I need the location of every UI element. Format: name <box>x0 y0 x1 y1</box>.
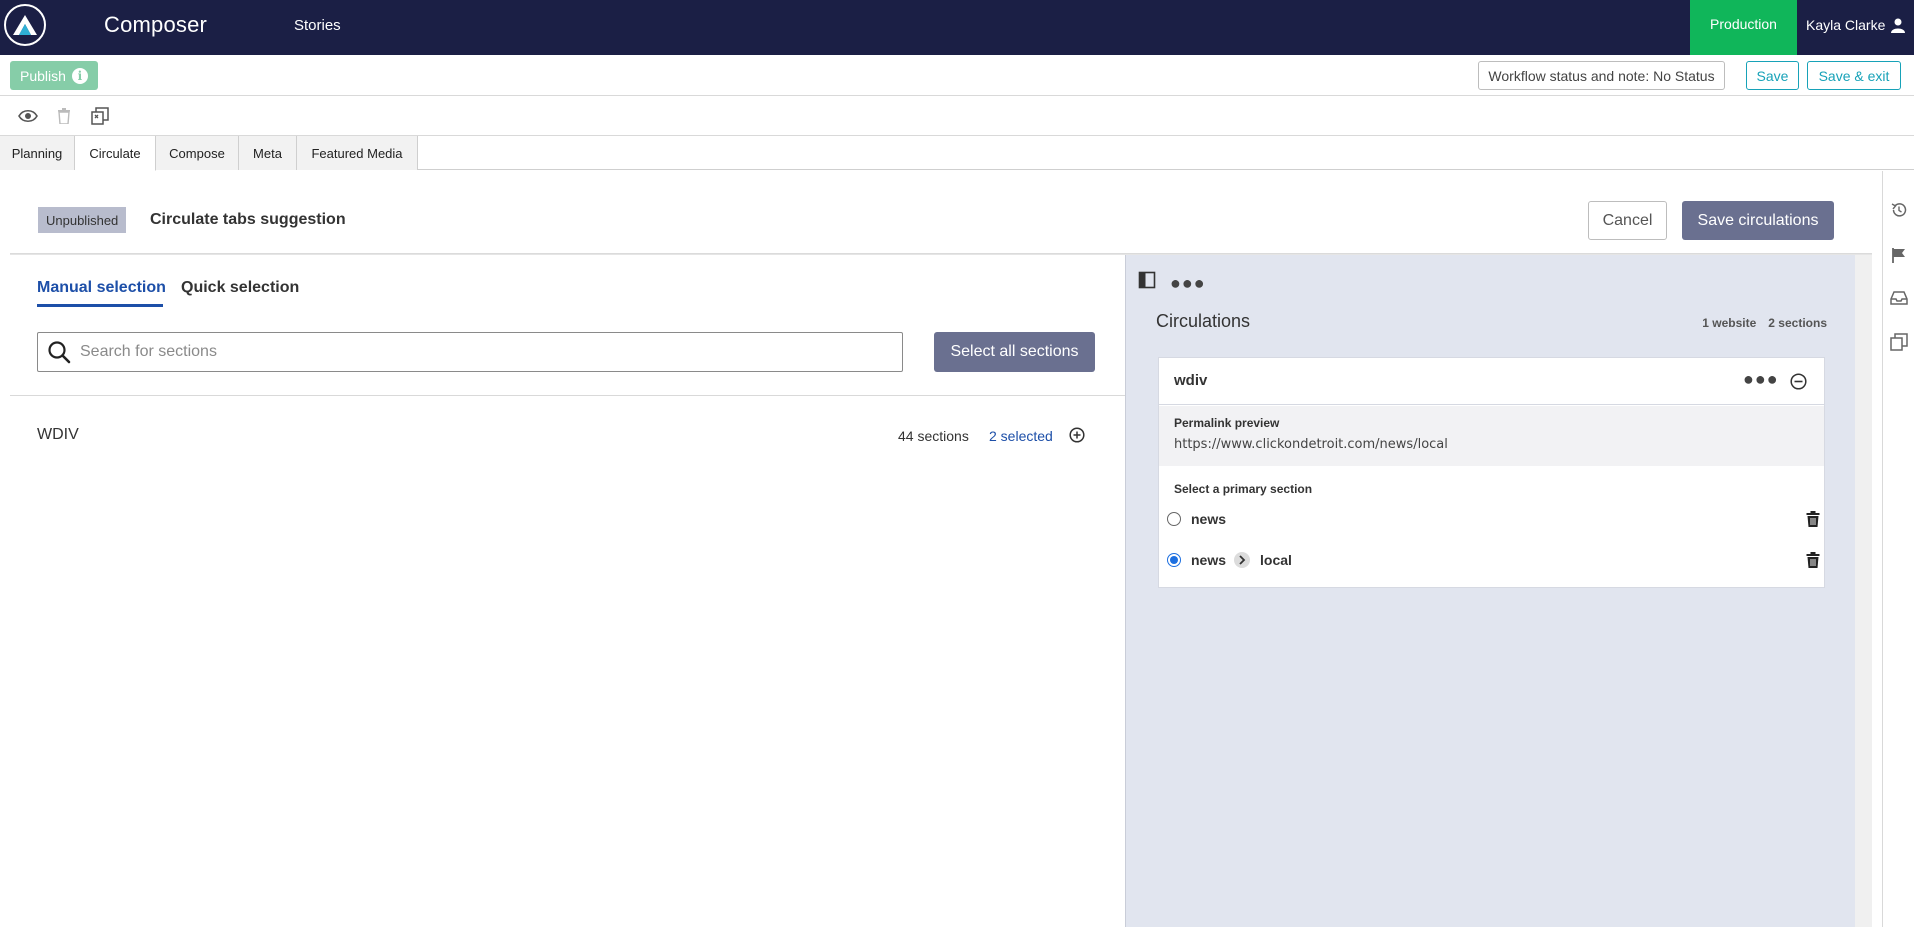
tab-planning[interactable]: Planning <box>0 136 75 170</box>
action-bar: Publish i Workflow status and note: No S… <box>0 55 1914 96</box>
site-sections-count: 44 sections <box>898 428 969 444</box>
top-navbar: Composer Stories Production Kayla Clarke <box>0 0 1914 55</box>
tab-featured-media[interactable]: Featured Media <box>297 136 418 170</box>
section-name: news <box>1191 552 1227 568</box>
inbox-icon[interactable] <box>1890 289 1908 307</box>
site-row-name[interactable]: WDIV <box>37 426 79 444</box>
trash-icon[interactable] <box>1805 510 1821 528</box>
user-name: Kayla Clarke <box>1806 17 1886 33</box>
divider <box>10 395 1125 396</box>
tab-circulate[interactable]: Circulate <box>75 136 156 171</box>
primary-section-radio[interactable] <box>1167 553 1181 567</box>
section-row: news <box>1167 506 1820 532</box>
section-search <box>37 332 903 372</box>
subtab-quick-selection[interactable]: Quick selection <box>181 279 299 297</box>
remove-circulation-icon[interactable] <box>1789 372 1807 390</box>
active-subtab-indicator <box>37 304 163 307</box>
card-more-icon[interactable]: ●●● <box>1743 369 1779 390</box>
nav-stories-link[interactable]: Stories <box>294 17 341 34</box>
info-icon[interactable]: i <box>71 67 88 84</box>
permalink-label: Permalink preview <box>1174 416 1280 430</box>
app-title: Composer <box>104 12 208 37</box>
environment-badge: Production <box>1690 0 1797 55</box>
right-rail <box>1882 171 1914 927</box>
card-site-name: wdiv <box>1174 372 1208 389</box>
save-button[interactable]: Save <box>1746 61 1799 90</box>
chevron-right-icon <box>1234 552 1251 568</box>
search-icon <box>46 339 72 365</box>
primary-section-label: Select a primary section <box>1174 482 1313 496</box>
subtab-manual-selection[interactable]: Manual selection <box>37 279 166 297</box>
websites-count: 1 website <box>1702 316 1757 330</box>
circulate-content: Unpublished Circulate tabs suggestion Ca… <box>0 171 1882 927</box>
permalink-url: https://www.clickondetroit.com/news/loca… <box>1174 437 1448 452</box>
primary-section-radio[interactable] <box>1167 512 1181 526</box>
card-header: wdiv ●●● <box>1159 358 1824 405</box>
status-badge: Unpublished <box>38 207 127 233</box>
publish-label: Publish <box>20 67 66 84</box>
panel-more-icon[interactable]: ●●● <box>1170 273 1206 294</box>
scrollbar[interactable] <box>1855 255 1872 927</box>
user-icon <box>1891 18 1906 33</box>
circulations-panel: ●●● Circulations 1 website 2 sections wd… <box>1125 255 1855 927</box>
panel-toggle-icon[interactable] <box>1138 271 1156 289</box>
select-all-sections-button[interactable]: Select all sections <box>934 332 1095 372</box>
section-row: news local <box>1167 547 1820 573</box>
section-name: local <box>1260 552 1292 568</box>
search-input[interactable] <box>80 343 880 361</box>
tab-bar: Planning Circulate Compose Meta Featured… <box>0 136 1914 171</box>
workflow-status-button[interactable]: Workflow status and note: No Status <box>1478 61 1725 90</box>
permalink-preview: Permalink preview https://www.clickondet… <box>1159 406 1824 466</box>
save-circulations-button[interactable]: Save circulations <box>1682 201 1834 240</box>
site-selected-count[interactable]: 2 selected <box>989 428 1053 444</box>
circulation-counts: 1 website 2 sections <box>1702 316 1827 330</box>
copy-icon[interactable] <box>89 105 111 127</box>
publish-button[interactable]: Publish i <box>10 61 98 90</box>
circulations-title: Circulations <box>1156 311 1251 331</box>
user-menu[interactable]: Kayla Clarke <box>1806 17 1906 33</box>
circulation-card: wdiv ●●● Permalink preview https://www.c… <box>1158 357 1825 588</box>
copy-icon[interactable] <box>1890 333 1908 351</box>
save-exit-button[interactable]: Save & exit <box>1807 61 1901 90</box>
trash-icon[interactable] <box>1805 551 1821 569</box>
tab-meta[interactable]: Meta <box>239 136 297 170</box>
expand-site-icon[interactable] <box>1068 426 1086 444</box>
section-name: news <box>1191 511 1227 527</box>
history-icon[interactable] <box>1890 201 1908 219</box>
story-title: Circulate tabs suggestion <box>150 211 346 228</box>
trash-icon[interactable] <box>53 105 75 127</box>
eye-icon[interactable] <box>17 105 39 127</box>
section-selection-panel: Manual selection Quick selection Select … <box>10 255 1125 927</box>
sections-count: 2 sections <box>1768 316 1827 330</box>
logo-icon[interactable] <box>4 4 46 46</box>
flag-icon[interactable] <box>1890 246 1908 264</box>
icon-toolbar <box>0 96 1914 136</box>
cancel-button[interactable]: Cancel <box>1588 201 1667 240</box>
tab-compose[interactable]: Compose <box>156 136 239 170</box>
